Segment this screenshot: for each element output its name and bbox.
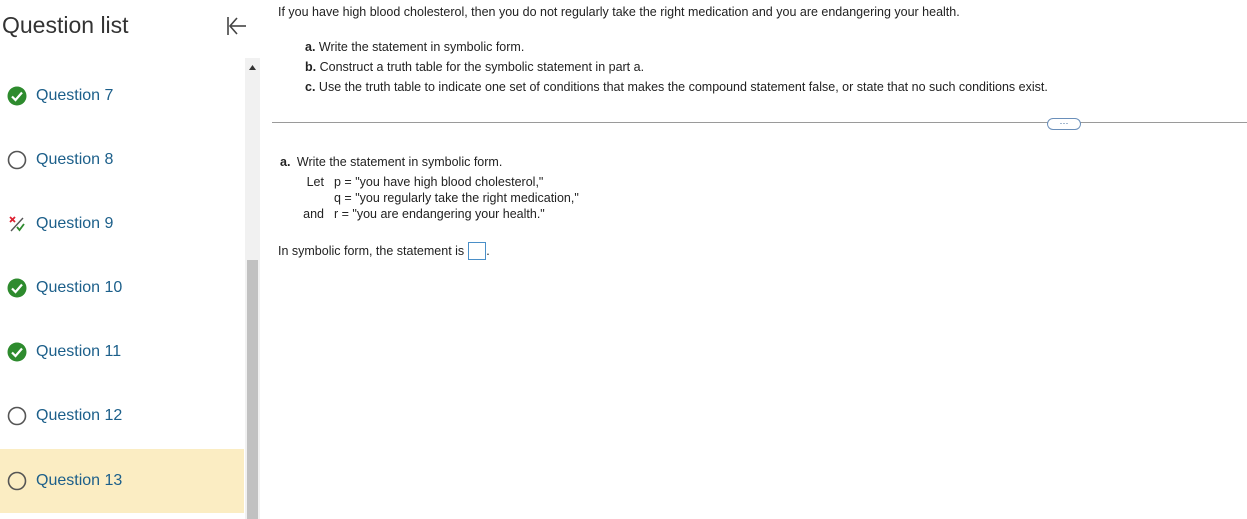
- sidebar-item-question-8[interactable]: Question 8: [0, 128, 244, 192]
- section-divider: [272, 122, 1247, 123]
- definition-p: p = "you have high blood cholesterol,": [334, 175, 544, 189]
- sidebar-item-question-13[interactable]: Question 13: [0, 449, 244, 513]
- question-list-sidebar: Question list Question 7 Question 8 Ques…: [0, 0, 260, 519]
- sidebar-item-question-7[interactable]: Question 7: [0, 64, 244, 128]
- let-keyword: Let: [306, 175, 324, 189]
- symbolic-answer-input[interactable]: [468, 242, 487, 260]
- question-part-a: a. Write the statement in symbolic form.: [305, 40, 525, 54]
- partial-credit-icon: [9, 216, 25, 232]
- sidebar-item-label: Question 12: [36, 407, 123, 424]
- sidebar-item-label: Question 9: [36, 215, 114, 232]
- sidebar-item-question-11[interactable]: Question 11: [0, 320, 244, 384]
- question-intro: If you have high blood cholesterol, then…: [278, 5, 960, 19]
- expand-more-button[interactable]: ···: [1047, 118, 1081, 130]
- sidebar-item-label: Question 10: [36, 279, 123, 296]
- symbolic-prompt: In symbolic form, the statement is: [278, 244, 465, 258]
- sidebar-item-label: Question 13: [36, 472, 123, 489]
- unanswered-circle-icon: [7, 150, 27, 170]
- symbolic-form-row: In symbolic form, the statement is .: [278, 242, 490, 260]
- question-part-c: c. Use the truth table to indicate one s…: [305, 80, 1048, 94]
- sidebar-scrollbar-thumb[interactable]: [247, 260, 258, 519]
- unanswered-circle-icon: [7, 471, 27, 491]
- symbolic-suffix: .: [486, 244, 490, 258]
- sidebar-item-question-10[interactable]: Question 10: [0, 256, 244, 320]
- sidebar-item-label: Question 7: [36, 87, 114, 104]
- unanswered-circle-icon: [7, 406, 27, 426]
- correct-check-icon: [7, 278, 27, 298]
- correct-check-icon: [7, 342, 27, 362]
- definition-q: q = "you regularly take the right medica…: [334, 191, 579, 205]
- correct-check-icon: [7, 86, 27, 106]
- scroll-up-arrow-icon[interactable]: [245, 58, 260, 76]
- answer-part-heading: a. Write the statement in symbolic form.: [280, 155, 503, 169]
- sidebar-title: Question list: [2, 12, 129, 38]
- and-keyword: and: [303, 207, 324, 221]
- question-part-b: b. Construct a truth table for the symbo…: [305, 60, 645, 74]
- collapse-sidebar-icon[interactable]: [224, 13, 250, 39]
- question-parts: a. Write the statement in symbolic form.…: [305, 37, 1048, 97]
- sidebar-item-label: Question 8: [36, 151, 114, 168]
- question-panel: If you have high blood cholesterol, then…: [270, 0, 1247, 519]
- sidebar-item-question-12[interactable]: Question 12: [0, 384, 244, 448]
- sidebar-item-label: Question 11: [36, 343, 122, 360]
- definition-r: r = "you are endangering your health.": [334, 207, 545, 221]
- sidebar-item-question-9[interactable]: Question 9: [0, 192, 244, 256]
